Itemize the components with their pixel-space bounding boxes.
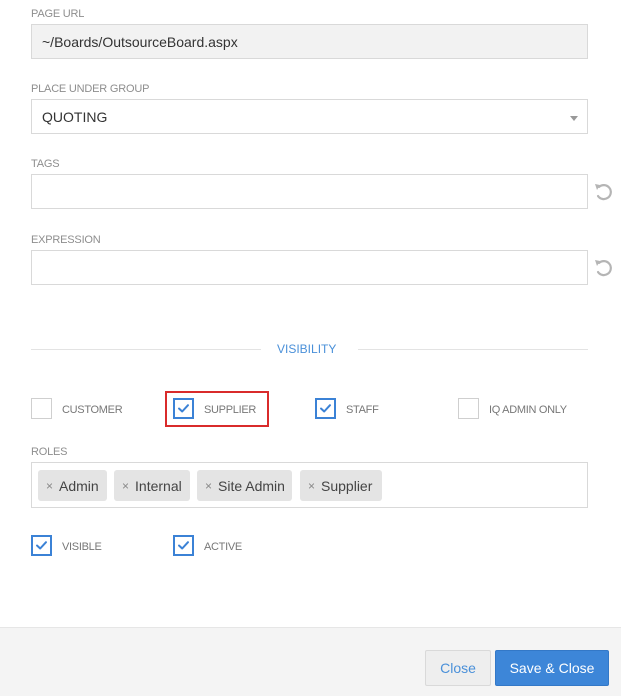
- role-tag-admin[interactable]: × Admin: [38, 470, 107, 501]
- expression-label: EXPRESSION: [31, 234, 101, 246]
- role-tag-label: Admin: [59, 477, 99, 494]
- save-and-close-button[interactable]: Save & Close: [495, 650, 609, 686]
- role-tag-label: Site Admin: [218, 477, 285, 494]
- role-tag-site-admin[interactable]: × Site Admin: [197, 470, 292, 501]
- supplier-label: SUPPLIER: [204, 404, 257, 416]
- check-icon: [36, 541, 47, 550]
- remove-icon[interactable]: ×: [205, 479, 212, 493]
- check-icon: [178, 541, 189, 550]
- role-tag-supplier[interactable]: × Supplier: [300, 470, 382, 501]
- active-label: ACTIVE: [204, 541, 242, 553]
- page-url-label: PAGE URL: [31, 8, 85, 20]
- role-tag-label: Internal: [135, 477, 182, 494]
- chevron-down-icon: [570, 116, 578, 121]
- iq-admin-only-label: IQ ADMIN ONLY: [489, 404, 567, 416]
- remove-icon[interactable]: ×: [46, 479, 53, 493]
- close-button[interactable]: Close: [425, 650, 491, 686]
- remove-icon[interactable]: ×: [308, 479, 315, 493]
- role-tag-internal[interactable]: × Internal: [114, 470, 190, 501]
- tags-input[interactable]: [31, 174, 588, 209]
- page-url-field[interactable]: ~/Boards/OutsourceBoard.aspx: [31, 24, 588, 59]
- visibility-title: VISIBILITY: [277, 342, 337, 356]
- visible-label: VISIBLE: [62, 541, 102, 553]
- customer-checkbox[interactable]: [31, 398, 52, 419]
- active-checkbox[interactable]: [173, 535, 194, 556]
- supplier-checkbox[interactable]: [173, 398, 194, 419]
- customer-label: CUSTOMER: [62, 404, 123, 416]
- tags-label: TAGS: [31, 158, 60, 170]
- dialog-footer: Close Save & Close: [0, 627, 621, 696]
- remove-icon[interactable]: ×: [122, 479, 129, 493]
- roles-multiselect[interactable]: × Admin × Internal × Site Admin × Suppli…: [31, 462, 588, 508]
- divider-right: [358, 349, 588, 350]
- staff-label: STAFF: [346, 404, 379, 416]
- role-tag-label: Supplier: [321, 477, 373, 494]
- check-icon: [178, 404, 189, 413]
- roles-label: ROLES: [31, 446, 68, 458]
- expression-input[interactable]: [31, 250, 588, 285]
- group-select[interactable]: QUOTING: [31, 99, 588, 134]
- divider-left: [31, 349, 261, 350]
- page-url-value: ~/Boards/OutsourceBoard.aspx: [42, 33, 238, 50]
- iq-admin-only-checkbox[interactable]: [458, 398, 479, 419]
- group-value: QUOTING: [42, 108, 108, 125]
- undo-icon[interactable]: [592, 257, 614, 279]
- staff-checkbox[interactable]: [315, 398, 336, 419]
- form-dialog: PAGE URL ~/Boards/OutsourceBoard.aspx PL…: [0, 0, 621, 696]
- visible-checkbox[interactable]: [31, 535, 52, 556]
- check-icon: [320, 404, 331, 413]
- undo-icon[interactable]: [592, 181, 614, 203]
- group-label: PLACE UNDER GROUP: [31, 83, 150, 95]
